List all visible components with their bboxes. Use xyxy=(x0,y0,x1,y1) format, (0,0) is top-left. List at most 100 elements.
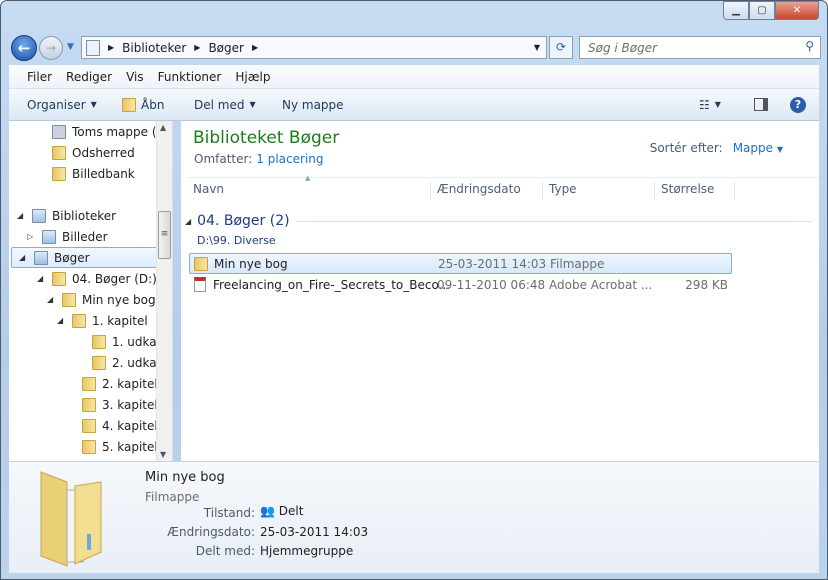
window-controls: ▁ ▢ ✕ xyxy=(723,1,819,20)
tree-item-label: Billedbank xyxy=(72,166,135,181)
search-input[interactable]: Søg i Bøger ⚲ xyxy=(579,36,821,59)
tree-item[interactable]: Billedbank xyxy=(37,163,135,184)
tree-item[interactable]: 4. kapitel xyxy=(67,415,158,436)
forward-button[interactable]: → xyxy=(39,36,63,60)
tree-item[interactable]: Toms mappe (Skil xyxy=(37,121,172,142)
tree-item[interactable]: ◢ 1. kapitel xyxy=(57,310,148,331)
refresh-button[interactable]: ⟳ xyxy=(549,36,573,59)
library-includes: Omfatter: 1 placering xyxy=(194,152,324,166)
folder-icon xyxy=(194,256,208,271)
tree-item[interactable]: ◢ 04. Bøger (D:) xyxy=(37,268,157,289)
recent-pages-dropdown[interactable]: ▼ xyxy=(67,42,74,52)
date-value: 25-03-2011 14:03 xyxy=(260,525,369,539)
scroll-up-arrow[interactable]: ▲ xyxy=(160,123,166,132)
sort-ascending-icon: ▲ xyxy=(305,174,311,182)
search-icon[interactable]: ⚲ xyxy=(805,39,814,53)
menu-funktioner[interactable]: Funktioner xyxy=(158,70,222,84)
shared-users-icon: 👥 xyxy=(260,504,275,518)
pdf-icon xyxy=(194,277,206,292)
file-name: Freelancing_on_Fire-_Secrets_to_Beco... xyxy=(213,277,451,292)
breadcrumb-biblioteker[interactable]: Biblioteker xyxy=(122,41,186,55)
library-icon xyxy=(86,39,100,56)
scrollbar-thumb[interactable]: ≡ xyxy=(158,211,171,259)
open-button[interactable]: Åbn xyxy=(122,97,164,112)
close-button[interactable]: ✕ xyxy=(775,1,819,20)
breadcrumb-boger[interactable]: Bøger xyxy=(208,41,244,55)
share-button[interactable]: Del med ▼ xyxy=(194,98,256,112)
file-row[interactable]: Freelancing_on_Fire-_Secrets_to_Beco... … xyxy=(189,274,732,295)
details-name: Min nye bog xyxy=(145,470,225,485)
tree-item[interactable]: ◢ Biblioteker xyxy=(17,205,116,226)
group-header[interactable]: ◢ 04. Bøger (2) xyxy=(185,213,811,229)
file-size: 298 KB xyxy=(685,277,728,292)
help-button[interactable]: ? xyxy=(790,96,806,113)
new-folder-label: Ny mappe xyxy=(282,97,344,112)
preview-pane-icon xyxy=(754,98,768,111)
folder-icon xyxy=(92,355,106,370)
column-navn[interactable]: Navn xyxy=(187,182,431,200)
column-type[interactable]: Type xyxy=(543,182,655,200)
tree-item[interactable]: 2. udkast xyxy=(77,352,168,373)
maximize-button[interactable]: ▢ xyxy=(749,1,775,20)
tree-item-label: 2. kapitel xyxy=(102,376,158,391)
sort-dropdown[interactable]: Mappe ▼ xyxy=(733,141,783,155)
view-options-button[interactable]: ☷ ▼ xyxy=(699,98,721,112)
collapse-icon[interactable]: ◢ xyxy=(185,217,191,226)
includes-label: Omfatter: xyxy=(194,152,253,166)
new-folder-button[interactable]: Ny mappe xyxy=(282,98,344,112)
menu-filer[interactable]: Filer xyxy=(27,70,52,84)
menu-vis[interactable]: Vis xyxy=(126,70,144,84)
organise-button[interactable]: Organiser ▼ xyxy=(27,98,97,112)
chevron-right-icon[interactable]: ▶ xyxy=(194,43,200,52)
pictures-library-icon xyxy=(42,229,56,244)
expand-toggle-icon[interactable]: ◢ xyxy=(57,316,66,325)
tree-item[interactable]: 3. kapitel xyxy=(67,394,158,415)
tree-item[interactable]: Odsherred xyxy=(37,142,135,163)
tree-item[interactable]: 2. kapitel xyxy=(67,373,158,394)
menu-hjaelp[interactable]: Hjælp xyxy=(235,70,270,84)
preview-pane-button[interactable] xyxy=(754,98,768,111)
expand-toggle-icon[interactable]: ◢ xyxy=(17,211,26,220)
tree-item-label: Billeder xyxy=(62,229,108,244)
folder-icon xyxy=(82,439,96,454)
tree-item-label: 3. kapitel xyxy=(102,397,158,412)
network-drive-icon xyxy=(52,124,66,139)
expand-toggle-icon[interactable]: ◢ xyxy=(37,274,46,283)
chevron-right-icon[interactable]: ▶ xyxy=(252,43,258,52)
expand-toggle-icon[interactable]: ◢ xyxy=(47,295,56,304)
tree-item[interactable]: ▷ Billeder xyxy=(27,226,108,247)
address-bar[interactable]: ▶ Biblioteker ▶ Bøger ▶ ▼ xyxy=(81,36,547,59)
scroll-down-arrow[interactable]: ▼ xyxy=(160,450,166,459)
file-row[interactable]: Min nye bog 25-03-2011 14:03 Filmappe xyxy=(189,253,732,274)
group-title: 04. Bøger (2) xyxy=(197,213,290,229)
tree-item[interactable]: 5. kapitel xyxy=(67,436,158,457)
nav-scrollbar[interactable]: ▲ ≡ ▼ xyxy=(156,121,172,461)
navigation-pane: Toms mappe (Skil Odsherred Billedbank ◢ Bibl… xyxy=(9,121,173,461)
file-type: Filmappe xyxy=(550,256,605,271)
file-type: Adobe Acrobat ... xyxy=(549,277,653,292)
menu-rediger[interactable]: Rediger xyxy=(66,70,112,84)
command-bar: Organiser ▼ Åbn Del med ▼ Ny mappe ☷ ▼ ? xyxy=(9,89,819,121)
chevron-right-icon[interactable]: ▶ xyxy=(108,43,114,52)
search-placeholder: Søg i Bøger xyxy=(588,41,658,55)
tree-item-label: Odsherred xyxy=(72,145,135,160)
file-date: 25-03-2011 14:03 xyxy=(438,256,547,271)
tree-item[interactable]: 1. udkast xyxy=(77,331,168,352)
minimize-button[interactable]: ▁ xyxy=(723,1,749,20)
tree-item-label: Biblioteker xyxy=(52,208,117,223)
tree-item[interactable]: ◢ Min nye bog xyxy=(47,289,156,310)
back-button[interactable]: ← xyxy=(11,35,37,61)
folder-icon xyxy=(82,397,96,412)
column-headers: ▲ Navn Ændringsdato Type Størrelse xyxy=(187,174,819,200)
folder-icon xyxy=(52,166,66,181)
expand-toggle-icon[interactable]: ◢ xyxy=(19,253,28,262)
tree-item[interactable]: ◢ Bøger xyxy=(11,247,158,268)
sort-value: Mappe xyxy=(732,141,774,155)
locations-link[interactable]: 1 placering xyxy=(256,152,323,166)
tree-item-label: Min nye bog xyxy=(82,292,156,307)
column-date[interactable]: Ændringsdato xyxy=(431,182,543,200)
column-size[interactable]: Størrelse xyxy=(655,182,735,200)
chevron-down-icon[interactable]: ▼ xyxy=(534,43,540,52)
expand-toggle-icon[interactable]: ▷ xyxy=(27,232,36,241)
list-view-icon: ☷ xyxy=(699,97,710,112)
